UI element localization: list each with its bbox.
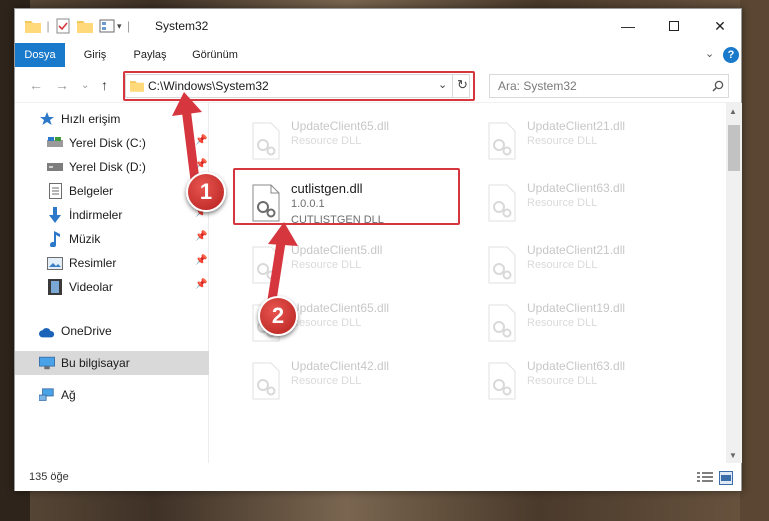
step-marker-1: 1 [186,172,226,212]
arrow-1-shaft [181,103,200,185]
step-marker-2: 2 [258,296,298,336]
arrow-1-head [172,92,202,116]
annotation-arrows [172,92,298,305]
arrow-2-head [268,222,298,246]
arrow-2-shaft [267,231,287,305]
